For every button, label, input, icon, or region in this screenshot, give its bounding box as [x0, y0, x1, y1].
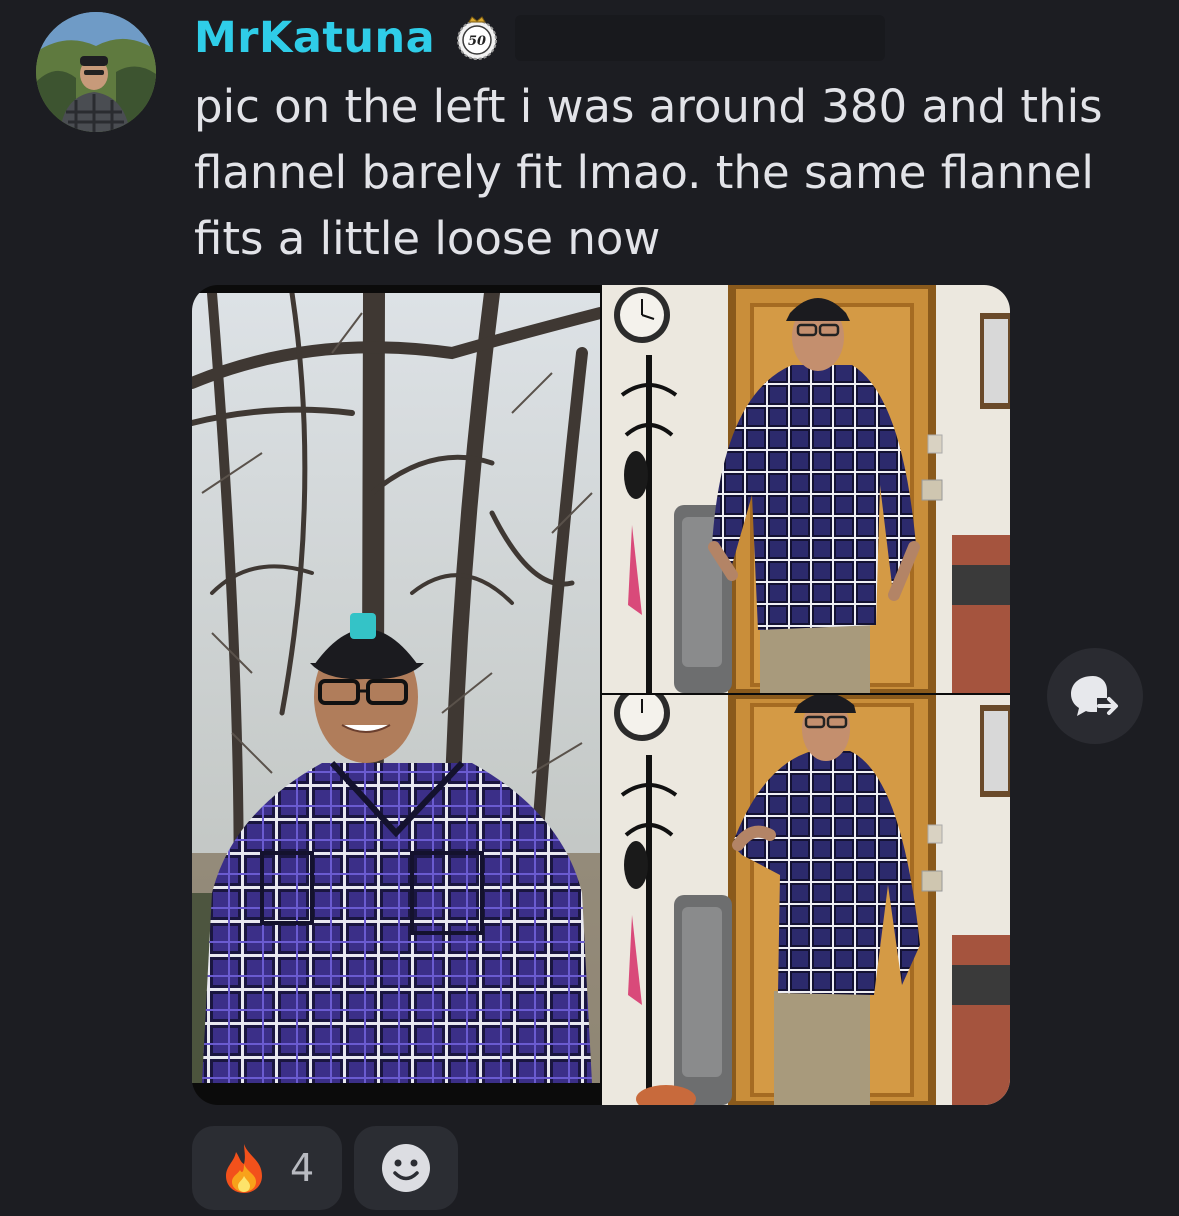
reaction-fire[interactable]: 4	[192, 1126, 342, 1210]
crown-badge-icon[interactable]: 50	[453, 14, 501, 62]
thread-reply-icon	[1071, 676, 1118, 716]
image-gallery	[192, 285, 1010, 1105]
chat-message: MrKatuna 50 pic on the left i was around…	[0, 0, 1179, 1216]
after-photo-side[interactable]	[602, 695, 1010, 1105]
before-photo[interactable]	[192, 293, 600, 1083]
add-reaction-button[interactable]	[354, 1126, 458, 1210]
after-photo-front[interactable]	[602, 285, 1010, 693]
message-content: pic on the left i was around 380 and thi…	[194, 80, 1103, 265]
user-avatar[interactable]	[36, 12, 156, 132]
message-header: MrKatuna 50	[194, 10, 886, 66]
avatar-photo	[36, 12, 156, 132]
smiley-add-reaction-icon	[382, 1144, 430, 1192]
reaction-count: 4	[290, 1146, 315, 1190]
badge-number: 50	[468, 34, 486, 49]
thread-reply-button[interactable]	[1047, 648, 1143, 744]
redacted-area	[515, 15, 886, 61]
username[interactable]: MrKatuna	[194, 13, 435, 63]
fire-emoji-icon	[226, 1144, 262, 1193]
